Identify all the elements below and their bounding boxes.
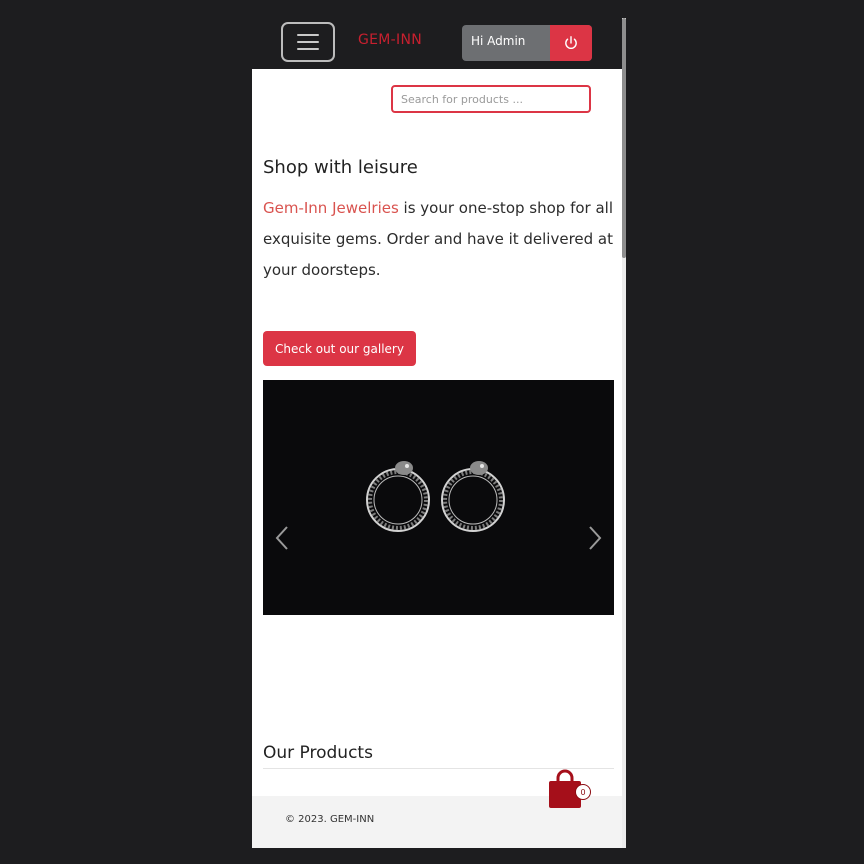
hamburger-icon <box>297 48 319 50</box>
brand-logo[interactable]: GEM-INN <box>358 32 422 48</box>
scrollbar[interactable] <box>622 18 626 848</box>
user-controls: Hi Admin <box>462 25 592 61</box>
footer-copyright: © 2023. GEM-INN <box>285 814 375 825</box>
hero-brand-name: Gem-Inn Jewelries <box>263 199 399 217</box>
hero-description: Gem-Inn Jewelries is your one-stop shop … <box>263 193 613 286</box>
navbar: GEM-INN Hi Admin <box>252 18 626 69</box>
chevron-left-icon <box>275 526 288 550</box>
cart-button[interactable]: 0 <box>548 769 598 815</box>
hero-title: Shop with leisure <box>263 157 418 178</box>
hamburger-icon <box>297 41 319 43</box>
chevron-right-icon <box>589 526 602 550</box>
app-viewport: GEM-INN Hi Admin Shop with leisure Gem-I… <box>252 18 626 848</box>
hamburger-icon <box>297 34 319 36</box>
product-carousel <box>263 380 614 615</box>
carousel-prev-button[interactable] <box>267 518 297 558</box>
section-title-products: Our Products <box>263 743 373 763</box>
logout-button[interactable] <box>550 25 592 61</box>
power-icon <box>565 36 577 50</box>
menu-toggle-button[interactable] <box>281 22 335 62</box>
gallery-button[interactable]: Check out our gallery <box>263 331 416 366</box>
user-greeting[interactable]: Hi Admin <box>462 25 550 61</box>
earrings-image <box>366 461 505 532</box>
cart-count-badge: 0 <box>575 784 591 800</box>
search-input[interactable] <box>391 85 591 113</box>
carousel-next-button[interactable] <box>580 518 610 558</box>
scrollbar-thumb[interactable] <box>622 18 626 258</box>
